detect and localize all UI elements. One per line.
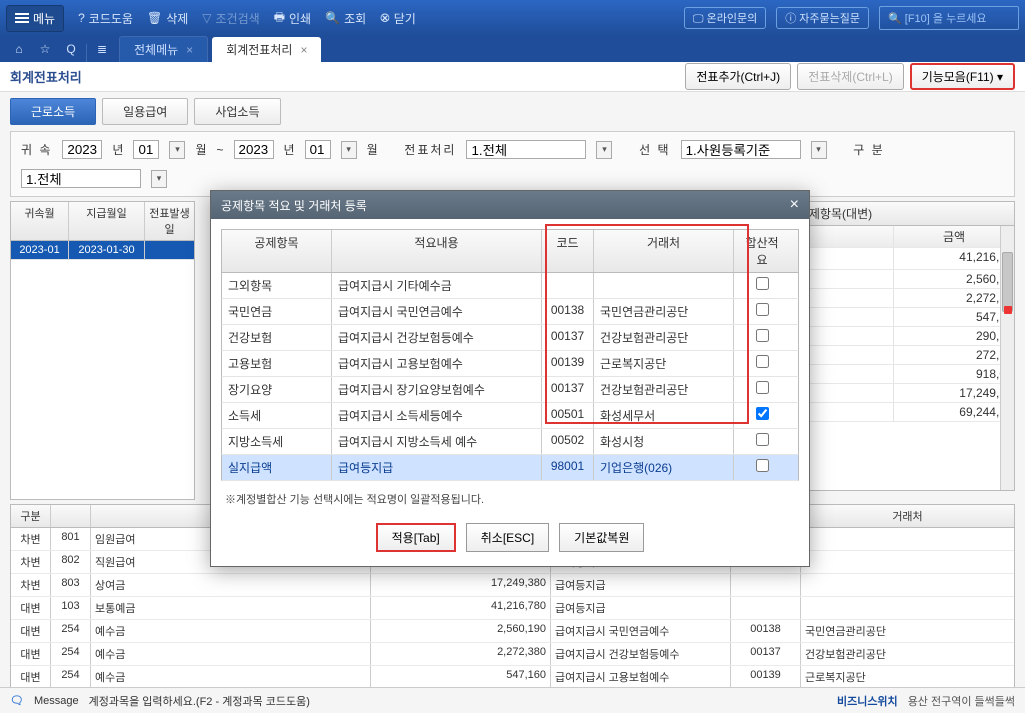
status-bar: 🗨 Message 계정과목을 입력하세요.(F2 - 계정과목 코드도움) 비… [0, 687, 1025, 713]
dialog-table-row[interactable]: 국민연금급여지급시 국민연금예수00138국민연금관리공단 [221, 299, 799, 325]
dialog-table-row[interactable]: 장기요양급여지급시 장기요양보험예수00137건강보험관리공단 [221, 377, 799, 403]
page-title: 회계전표처리 [10, 67, 82, 86]
scrollbar-marker [1004, 306, 1012, 314]
dialog-note: ※계정별합산 기능 선택시에는 적요명이 일괄적용됩니다. [225, 491, 795, 507]
sum-checkbox[interactable] [756, 407, 769, 420]
deduction-register-dialog: 공제항목 적요 및 거래처 등록 × 공제항목 적요내용 코드 거래처 합산적요… [210, 190, 810, 567]
division-dropdown[interactable]: ▾ [151, 170, 167, 188]
global-search-input[interactable]: 🔍 [F10] 을 누르세요 [879, 6, 1019, 30]
month-from-input[interactable] [133, 140, 159, 159]
window-tabbar: ⌂ ☆ Q ≣ 전체메뉴× 회계전표처리× [0, 36, 1025, 62]
close-icon[interactable]: × [300, 43, 307, 57]
sum-checkbox[interactable] [756, 433, 769, 446]
function-collection-button[interactable]: 기능모음(F11) ▾ [910, 63, 1015, 90]
year-from-input[interactable] [62, 140, 102, 159]
journal-row[interactable]: 대변254예수금2,560,190급여지급시 국민연금예수00138국민연금관리… [11, 620, 1014, 643]
month-from-stepper[interactable]: ▾ [169, 141, 185, 159]
process-label: 전표처리 [404, 141, 456, 158]
dialog-titlebar[interactable]: 공제항목 적요 및 거래처 등록 × [211, 191, 809, 219]
process-select[interactable] [466, 140, 586, 159]
magnify-icon[interactable]: Q [58, 36, 84, 62]
action-bar: 회계전표처리 전표추가(Ctrl+J) 전표삭제(Ctrl+L) 기능모음(F1… [0, 62, 1025, 92]
tab-all-menu[interactable]: 전체메뉴× [119, 36, 208, 62]
top-toolbar: 메뉴 ?코드도움 🗑삭제 ▽조건검색 🖶인쇄 🔍조회 ⮿닫기 🖵 온라인문의 ⓘ… [0, 0, 1025, 36]
dialog-table-row[interactable]: 그외항목급여지급시 기타예수금 [221, 273, 799, 299]
sum-checkbox[interactable] [756, 459, 769, 472]
delete-voucher-button[interactable]: 전표삭제(Ctrl+L) [797, 63, 904, 90]
home-icon[interactable]: ⌂ [6, 36, 32, 62]
dialog-table-row[interactable]: 건강보험급여지급시 건강보험등예수00137건강보험관리공단 [221, 325, 799, 351]
tab-daily-wage[interactable]: 일용급여 [102, 98, 188, 125]
delete-button[interactable]: 🗑삭제 [147, 10, 188, 27]
period-table-header: 귀속월 지급월일 전표발생일 [10, 201, 195, 241]
journal-row[interactable]: 대변254예수금2,272,380급여지급시 건강보험등예수00137건강보험관… [11, 643, 1014, 666]
dialog-table-row[interactable]: 소득세급여지급시 소득세등예수00501화성세무서 [221, 403, 799, 429]
menu-button[interactable]: 메뉴 [6, 5, 64, 32]
hamburger-icon [15, 11, 29, 25]
dialog-table-row[interactable]: 지방소득세급여지급시 지방소득세 예수00502화성시청 [221, 429, 799, 455]
condition-search-button[interactable]: ▽조건검색 [202, 10, 259, 27]
code-help-button[interactable]: ?코드도움 [78, 10, 133, 27]
message-icon: 🗨 [10, 694, 24, 707]
close-icon[interactable]: × [790, 196, 799, 214]
search-button[interactable]: 🔍조회 [325, 10, 366, 27]
sum-checkbox[interactable] [756, 355, 769, 368]
month-to-stepper[interactable]: ▾ [341, 141, 357, 159]
division-label: 구 분 [853, 141, 884, 158]
scrollbar-thumb[interactable] [1002, 252, 1013, 312]
message-label: Message [34, 695, 79, 707]
month-to-input[interactable] [305, 140, 331, 159]
journal-row[interactable]: 대변103보통예금41,216,780급여등지급 [11, 597, 1014, 620]
dialog-table-row[interactable]: 실지급액급여등지급98001기업은행(026) [221, 455, 799, 481]
magnify-icon: 🔍 [325, 11, 340, 25]
dialog-table-header: 공제항목 적요내용 코드 거래처 합산적요 [221, 229, 799, 273]
close-button[interactable]: ⮿닫기 [380, 10, 416, 27]
close-icon[interactable]: × [186, 43, 193, 57]
selection-label: 선 택 [639, 141, 670, 158]
journal-row[interactable]: 차변803상여금17,249,380급여등지급 [11, 574, 1014, 597]
filter-panel: 귀 속 년 ▾월 ~ 년 ▾월 전표처리 ▾ 선 택 ▾ 구 분 ▾ [10, 131, 1015, 197]
business-label: 비즈니스위치 [837, 693, 898, 709]
tab-earned-income[interactable]: 근로소득 [10, 98, 96, 125]
cancel-button[interactable]: 취소[ESC] [466, 523, 549, 552]
apply-button[interactable]: 적용[Tab] [376, 523, 456, 552]
close-x-icon: ⮿ [380, 11, 390, 26]
separator [86, 44, 87, 62]
reset-defaults-button[interactable]: 기본값복원 [559, 523, 644, 552]
tab-business-income[interactable]: 사업소득 [194, 98, 280, 125]
business-text: 용산 전구역이 들썩들썩 [908, 693, 1015, 709]
faq-button[interactable]: ⓘ 자주묻는질문 [776, 7, 869, 29]
selection-dropdown[interactable]: ▾ [811, 141, 827, 159]
period-table-empty [10, 260, 195, 500]
dialog-table-row[interactable]: 고용보험급여지급시 고용보험예수00139근로복지공단 [221, 351, 799, 377]
income-type-tabs: 근로소득 일용급여 사업소득 [0, 92, 1025, 127]
filter-icon: ▽ [202, 11, 211, 25]
year-to-input[interactable] [234, 140, 274, 159]
scrollbar[interactable] [1000, 226, 1014, 490]
sum-checkbox[interactable] [756, 381, 769, 394]
process-dropdown[interactable]: ▾ [596, 141, 612, 159]
selection-select[interactable] [681, 140, 801, 159]
sum-checkbox[interactable] [756, 329, 769, 342]
print-icon: 🖶 [274, 8, 285, 29]
dialog-title: 공제항목 적요 및 거래처 등록 [221, 197, 367, 214]
help-icon: ? [78, 11, 85, 25]
period-table-row[interactable]: 2023-01 2023-01-30 [10, 241, 195, 260]
star-icon[interactable]: ☆ [32, 36, 58, 62]
division-select[interactable] [21, 169, 141, 188]
attribution-label: 귀 속 [21, 141, 52, 158]
add-voucher-button[interactable]: 전표추가(Ctrl+J) [685, 63, 791, 90]
trash-icon: 🗑 [147, 11, 162, 25]
status-message: 계정과목을 입력하세요.(F2 - 계정과목 코드도움) [89, 693, 310, 709]
journal-row[interactable]: 대변254예수금547,160급여지급시 고용보험예수00139근로복지공단 [11, 666, 1014, 689]
online-inquiry-button[interactable]: 🖵 온라인문의 [684, 7, 766, 29]
sum-checkbox[interactable] [756, 277, 769, 290]
sum-checkbox[interactable] [756, 303, 769, 316]
dialog-buttons: 적용[Tab] 취소[ESC] 기본값복원 [211, 513, 809, 566]
menu-label: 메뉴 [33, 10, 55, 27]
print-button[interactable]: 🖶인쇄 [274, 8, 311, 29]
list-icon[interactable]: ≣ [89, 36, 115, 62]
tab-accounting-voucher[interactable]: 회계전표처리× [212, 37, 321, 62]
